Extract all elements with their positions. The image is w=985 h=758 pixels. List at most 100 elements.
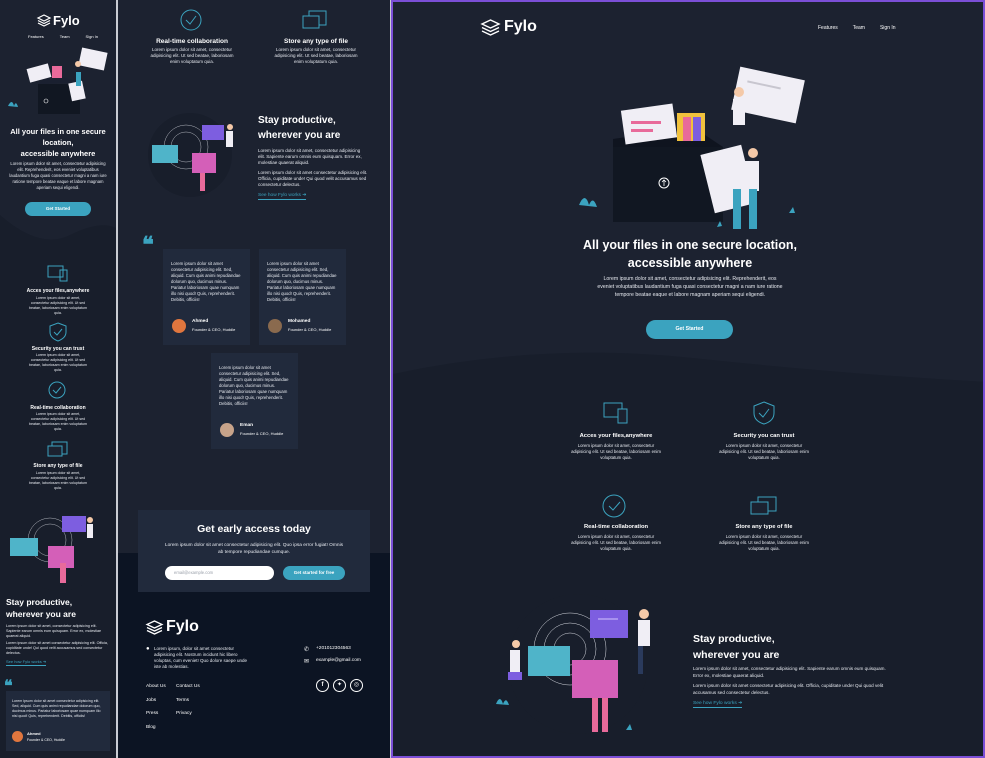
productive-title-line: wherever you are [6, 609, 76, 619]
nav-signin[interactable]: Sign In [880, 25, 896, 31]
mobile-productive-p1: Lorem ipsum dolor sit amet, consectetur … [6, 624, 102, 638]
footer-link[interactable]: Blog [146, 721, 166, 735]
early-access-body-line: ab tempore repudiandae cumque. [217, 550, 290, 555]
collaboration-icon [602, 494, 626, 518]
footer-link[interactable]: Press [146, 707, 166, 721]
get-started-free-button[interactable]: Get started for free [283, 566, 345, 580]
testimonial-body: Lorem ipsum dolor sit amet consectetur a… [219, 365, 289, 406]
feature-body: Lorem ipsum dolor sit amet, consectetur … [571, 443, 661, 460]
testimonial-body: Lorem ipsum dolor sit amet consectetur a… [267, 261, 337, 302]
access-anywhere-icon [47, 265, 68, 282]
mobile-feature-body: Lorem ipsum dolor sit amet, consectetur … [29, 471, 87, 490]
logo-stack-icon [480, 18, 501, 36]
feature-title: Real-time collaboration [156, 38, 228, 45]
nav-features[interactable]: Features [28, 34, 44, 39]
access-anywhere-icon [603, 402, 628, 424]
footer-link[interactable]: Jobs [146, 694, 166, 708]
desktop-preview-panel[interactable]: Fylo Features Team Sign In All your file… [391, 0, 985, 758]
mobile-logo[interactable]: Fylo [36, 13, 80, 28]
mobile-feature-body: Lorem ipsum dolor sit amet, consectetur … [29, 296, 87, 315]
footer-link[interactable]: Terms [176, 694, 200, 708]
productive-p2: Lorem ipsum dolor sit amet consectetur a… [693, 683, 884, 695]
nav-features[interactable]: Features [818, 25, 838, 31]
see-how-label: See how Fylo works [6, 659, 42, 664]
footer-link[interactable]: Privacy [176, 707, 200, 721]
tablet-preview-panel: Real-time collaboration Lorem ipsum dolo… [118, 0, 390, 758]
desktop-logo[interactable]: Fylo [480, 18, 537, 36]
footer-links-col2: Contact Us Terms Privacy [176, 680, 200, 721]
mobile-hero-title: All your files in one secure location, a… [0, 126, 116, 159]
feature-body: Lorem ipsum dolor sit amet, consectetur … [274, 47, 358, 64]
brand-name: Fylo [53, 13, 80, 28]
testimonial-role: Founder & CEO, Huddle [27, 738, 65, 742]
mobile-feature-body: Lorem ipsum dolor sit amet, consectetur … [29, 412, 87, 431]
feature-body: Lorem ipsum dolor sit amet, consectetur … [719, 443, 809, 460]
feature-title: Security you can trust [733, 433, 795, 439]
brand-name: Fylo [504, 18, 537, 35]
productive-title-line: wherever you are [693, 649, 780, 661]
facebook-icon[interactable]: f [316, 679, 329, 692]
early-access-body: Lorem ipsum dolor sit amet consectetur a… [148, 542, 360, 556]
mobile-hero-title-line: All your files in one secure [10, 127, 106, 136]
nav-team[interactable]: Team [60, 34, 70, 39]
folders-icon [47, 441, 68, 457]
footer-link[interactable]: Contact Us [176, 680, 200, 694]
testimonial-card: Lorem ipsum dolor sit amet consectetur a… [259, 249, 346, 345]
nav-team[interactable]: Team [853, 25, 865, 31]
feature-body: Lorem ipsum dolor sit amet, consectetur … [571, 534, 661, 551]
feature-body: Lorem ipsum dolor sit amet, consectetur … [719, 534, 809, 551]
testimonial-name: Mohamed [288, 319, 311, 324]
brand-name: Fylo [166, 618, 199, 635]
mobile-nav: Features Team Sign In [28, 34, 98, 39]
mobile-get-started-button[interactable]: Get Started [25, 202, 91, 216]
testimonial-card: Lorem ipsum dolor sit amet consectetur a… [163, 249, 250, 345]
get-started-button[interactable]: Get Started [646, 320, 733, 339]
testimonial-card: Lorem ipsum dolor sit amet consectetur a… [211, 353, 298, 449]
nav-signin[interactable]: Sign In [86, 34, 98, 39]
location-icon: ● [146, 646, 150, 652]
productive-title: Stay productive, wherever you are [258, 113, 340, 143]
footer-logo[interactable]: Fylo [145, 618, 199, 636]
mobile-feature-title: Security you can trust [31, 346, 85, 352]
social-links: f ✦ ◎ [316, 679, 363, 692]
testimonial-body: Lorem ipsum dolor sit amet consectetur a… [12, 699, 101, 718]
feature-title: Real-time collaboration [583, 524, 649, 530]
early-access-title: Get early access today [197, 523, 311, 535]
productive-illustration [496, 594, 650, 734]
see-how-link[interactable]: See how Fylo works ➜ [258, 193, 307, 200]
testimonial-name: Ahmed [27, 731, 41, 736]
instagram-icon[interactable]: ◎ [350, 679, 363, 692]
productive-p2: Lorem ipsum dolor sit amet consectetur a… [258, 170, 368, 187]
avatar [12, 731, 23, 742]
testimonial-role: Founder & CEO, Huddle [240, 431, 284, 436]
productive-title-line: Stay productive, [693, 633, 775, 645]
collaboration-icon [180, 9, 202, 31]
mobile-hero-body: Lorem ipsum dolor sit amet, consectetur … [9, 161, 107, 190]
productive-illustration [148, 113, 233, 197]
see-how-label: See how Fylo works [258, 193, 301, 198]
twitter-icon[interactable]: ✦ [333, 679, 346, 692]
mobile-hero-title-line: location, [42, 138, 74, 147]
mobile-productive-p2: Lorem ipsum dolor sit amet consectetur a… [6, 641, 108, 655]
mobile-productive-title: Stay productive, wherever you are [6, 596, 76, 620]
footer-link[interactable]: About Us [146, 680, 166, 694]
productive-p1: Lorem ipsum dolor sit amet, consectetur … [258, 148, 362, 165]
feature-title: Acces your files,anywhere [579, 433, 653, 439]
footer-links-col1: About Us Jobs Press Blog [146, 680, 166, 734]
mobile-see-how-link[interactable]: See how Fylo works ➜ [6, 659, 47, 666]
mobile-testimonial-card: Lorem ipsum dolor sit amet consectetur a… [6, 691, 110, 751]
folders-icon [750, 496, 777, 515]
avatar [220, 423, 234, 437]
mobile-preview-panel: Fylo Features Team Sign In All your file… [0, 0, 116, 758]
see-how-link[interactable]: See how Fylo works ➜ [693, 700, 743, 708]
email-input[interactable]: email@example.com [165, 566, 274, 580]
hero-illustration [579, 66, 805, 229]
hero-title: All your files in one secure location, a… [393, 236, 983, 272]
see-how-label: See how Fylo works [693, 701, 737, 706]
mobile-feature-title: Store any type of file [33, 463, 83, 469]
early-access-card: Get early access today Lorem ipsum dolor… [138, 510, 370, 592]
early-access-body-line: Lorem ipsum dolor sit amet consectetur a… [164, 543, 344, 548]
testimonial-role: Founder & CEO, Huddle [192, 327, 236, 332]
mobile-feature-title: Acces your files,anywhere [26, 288, 90, 294]
productive-title-line: Stay productive, [6, 597, 73, 607]
